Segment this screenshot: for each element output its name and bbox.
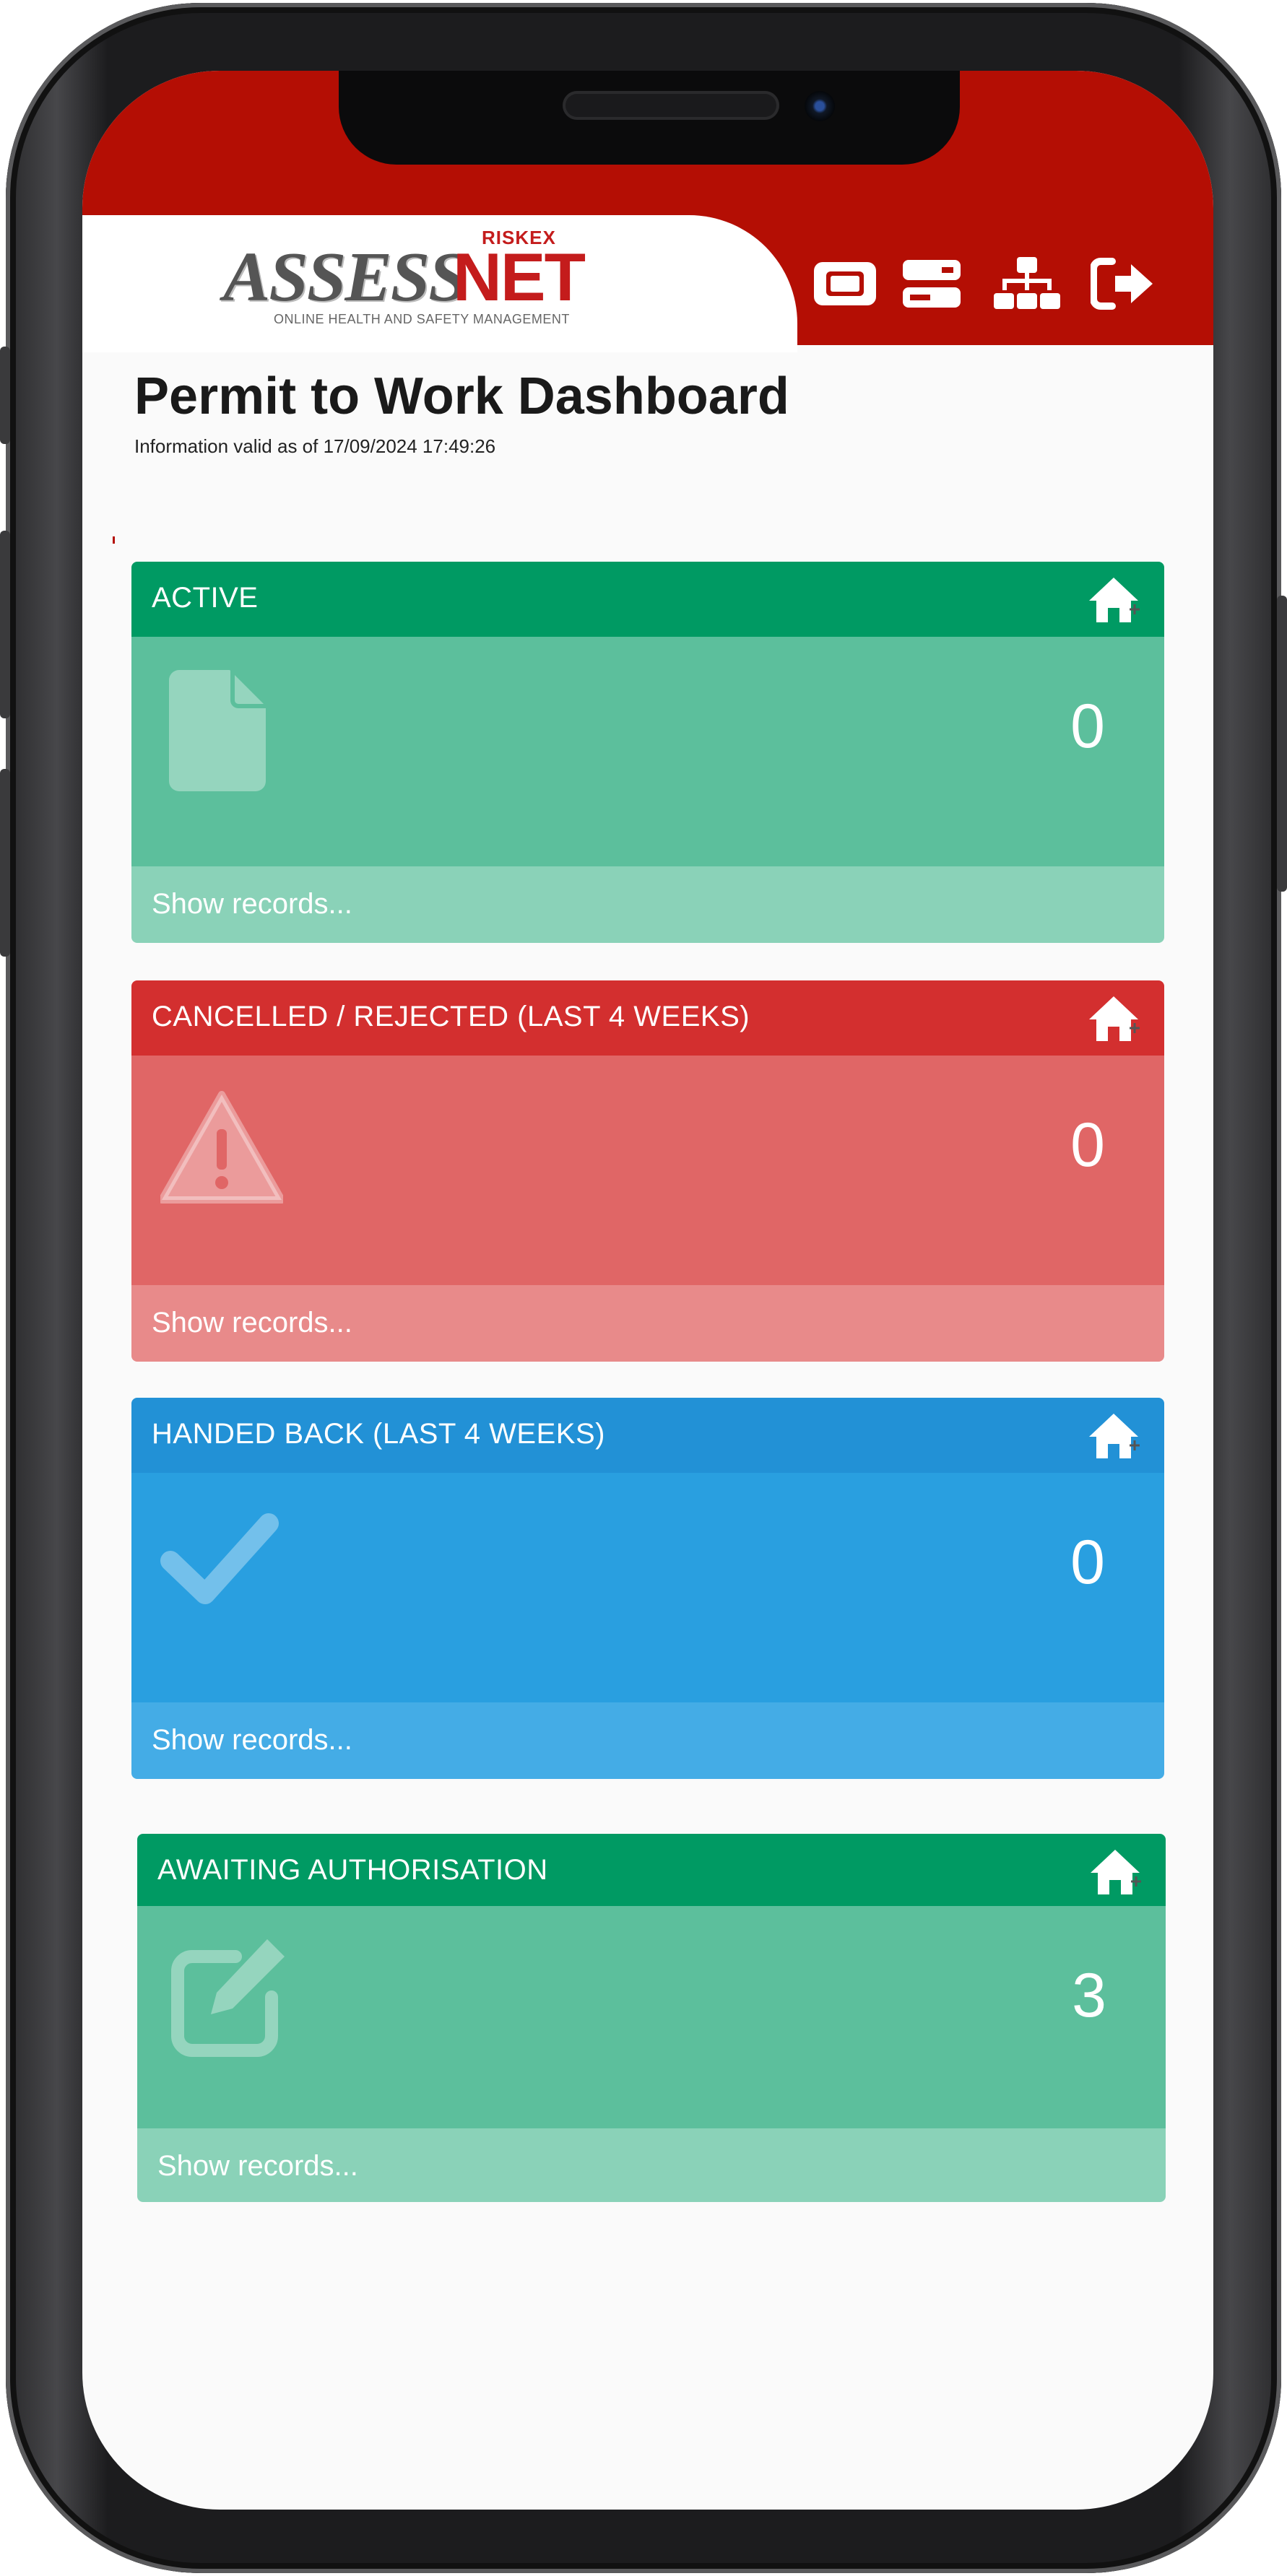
card-body: 0 xyxy=(131,1473,1164,1702)
page-title: Permit to Work Dashboard xyxy=(134,367,789,425)
camera-icon xyxy=(805,91,835,121)
ticket-icon[interactable] xyxy=(809,248,881,320)
card-count: 0 xyxy=(1070,692,1105,761)
sitemap-icon[interactable] xyxy=(991,248,1063,320)
card-count: 0 xyxy=(1070,1110,1105,1180)
notch xyxy=(339,71,960,165)
card-header: ACTIVE xyxy=(131,562,1164,637)
card-active: ACTIVE 0 Show records... xyxy=(131,562,1164,943)
home-add-icon[interactable] xyxy=(1085,1408,1143,1466)
card-footer[interactable]: Show records... xyxy=(131,1702,1164,1779)
logo-tagline: ONLINE HEALTH AND SAFETY MANAGEMENT xyxy=(274,312,570,326)
assessnet-logo[interactable]: ASSESS NET RISKEX ONLINE HEALTH AND SAFE… xyxy=(223,227,599,332)
edit-icon xyxy=(171,1939,285,2057)
card-footer[interactable]: Show records... xyxy=(131,866,1164,943)
card-count: 3 xyxy=(1072,1961,1106,2030)
card-title: HANDED BACK (LAST 4 WEEKS) xyxy=(152,1418,605,1450)
home-add-icon[interactable] xyxy=(1085,572,1143,630)
card-handed-back: HANDED BACK (LAST 4 WEEKS) 0 Show record… xyxy=(131,1398,1164,1779)
sign-out-icon[interactable] xyxy=(1086,248,1158,320)
card-title: ACTIVE xyxy=(152,582,259,614)
card-body: 3 xyxy=(137,1906,1166,2128)
file-icon xyxy=(169,670,266,791)
card-title: CANCELLED / REJECTED (LAST 4 WEEKS) xyxy=(152,1001,750,1032)
home-add-icon[interactable] xyxy=(1086,1844,1144,1902)
card-header: HANDED BACK (LAST 4 WEEKS) xyxy=(131,1398,1164,1473)
card-body: 0 xyxy=(131,1056,1164,1285)
card-title: AWAITING AUTHORISATION xyxy=(157,1854,548,1886)
logo-riskex-text: RISKEX xyxy=(482,227,556,248)
card-cancelled-rejected: CANCELLED / REJECTED (LAST 4 WEEKS) 0 Sh… xyxy=(131,980,1164,1362)
speaker-grille xyxy=(563,91,779,120)
divider-mark xyxy=(113,536,115,544)
card-header: CANCELLED / REJECTED (LAST 4 WEEKS) xyxy=(131,980,1164,1056)
screen: ASSESS NET RISKEX ONLINE HEALTH AND SAFE… xyxy=(82,71,1213,2510)
card-footer[interactable]: Show records... xyxy=(137,2128,1166,2202)
show-records-link[interactable]: Show records... xyxy=(157,2150,358,2183)
card-footer[interactable]: Show records... xyxy=(131,1285,1164,1362)
card-count: 0 xyxy=(1070,1528,1105,1597)
card-header: AWAITING AUTHORISATION xyxy=(137,1834,1166,1906)
logo-assess-text: ASSESS xyxy=(223,238,468,316)
card-awaiting-authorisation: AWAITING AUTHORISATION 3 Show records... xyxy=(137,1834,1166,2202)
info-valid-timestamp: Information valid as of 17/09/2024 17:49… xyxy=(134,435,496,457)
warning-icon xyxy=(160,1091,283,1204)
check-icon xyxy=(160,1513,279,1604)
logo-net-text: NET xyxy=(453,239,586,315)
home-add-icon[interactable] xyxy=(1085,991,1143,1048)
show-records-link[interactable]: Show records... xyxy=(152,1307,352,1339)
show-records-link[interactable]: Show records... xyxy=(152,1724,352,1757)
server-icon[interactable] xyxy=(896,248,968,320)
card-body: 0 xyxy=(131,637,1164,866)
show-records-link[interactable]: Show records... xyxy=(152,888,352,921)
